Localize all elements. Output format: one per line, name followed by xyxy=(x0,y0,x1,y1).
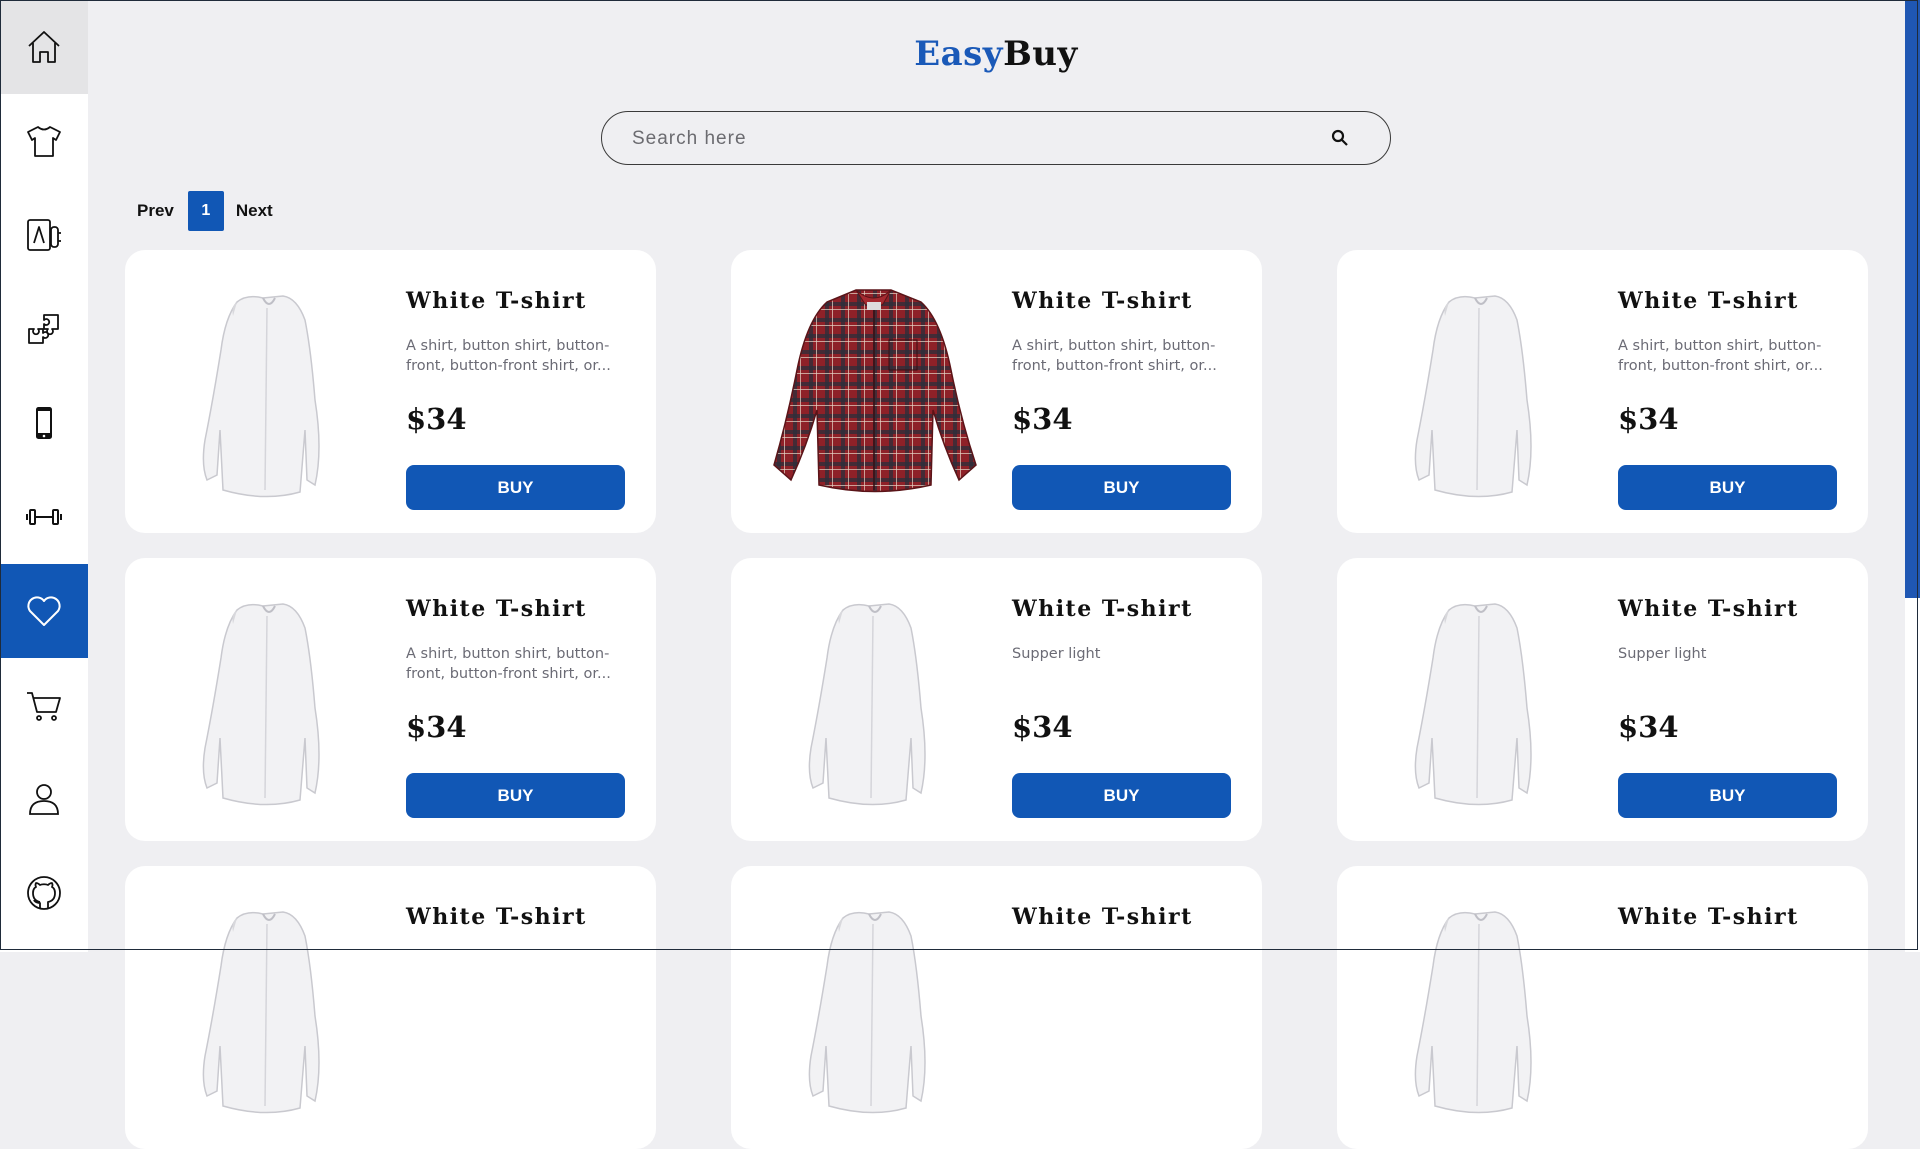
tshirt-icon xyxy=(27,126,61,157)
product-card[interactable]: White T-shirt xyxy=(731,866,1262,1149)
search-bar xyxy=(601,111,1391,165)
product-card[interactable]: White T-shirt xyxy=(1337,866,1868,1149)
prev-page-button[interactable]: Prev xyxy=(137,201,174,221)
heart-icon xyxy=(27,596,61,626)
product-title: White T-shirt xyxy=(406,596,587,622)
pagination: Prev 1 Next xyxy=(137,191,273,231)
appliances-icon xyxy=(27,219,61,251)
sidebar-item-appliances[interactable] xyxy=(0,188,88,282)
sidebar-item-clothing[interactable] xyxy=(0,94,88,188)
product-card[interactable]: White T-shirt Supper light $34 BUY xyxy=(731,558,1262,841)
white-shirt-image xyxy=(202,911,320,1114)
product-price: $34 xyxy=(1012,710,1073,744)
scrollbar-thumb[interactable] xyxy=(1905,0,1920,598)
product-title: White T-shirt xyxy=(1012,904,1193,930)
puzzle-icon xyxy=(28,314,59,344)
white-shirt-image xyxy=(1414,295,1532,498)
mobile-phone-icon xyxy=(36,407,52,439)
sidebar-item-electronics[interactable] xyxy=(0,376,88,470)
white-shirt-image xyxy=(808,603,926,806)
product-title: White T-shirt xyxy=(1618,288,1799,314)
page-number-button[interactable]: 1 xyxy=(187,191,224,231)
white-shirt-image xyxy=(202,295,320,498)
product-price: $34 xyxy=(406,710,467,744)
search-input[interactable] xyxy=(630,124,1314,154)
cart-icon xyxy=(27,692,61,721)
product-card[interactable]: White T-shirt Supper light $34 BUY xyxy=(1337,558,1868,841)
white-shirt-image xyxy=(1414,603,1532,806)
product-card[interactable]: White T-shirt A shirt, button shirt, but… xyxy=(125,250,656,533)
product-price: $34 xyxy=(1618,710,1679,744)
product-card[interactable]: White T-shirt A shirt, button shirt, but… xyxy=(1337,250,1868,533)
product-price: $34 xyxy=(1012,402,1073,436)
product-description: Supper light xyxy=(1012,646,1101,662)
product-description: Supper light xyxy=(1618,646,1707,662)
sidebar-item-github[interactable] xyxy=(0,846,88,940)
product-title: White T-shirt xyxy=(1012,288,1193,314)
sidebar-item-cart[interactable] xyxy=(0,658,88,752)
buy-button[interactable]: BUY xyxy=(406,465,625,510)
buy-button[interactable]: BUY xyxy=(1012,773,1231,818)
white-shirt-image xyxy=(808,911,926,1114)
sidebar-item-account[interactable] xyxy=(0,752,88,846)
sidebar-item-toys[interactable] xyxy=(0,282,88,376)
product-description: A shirt, button shirt, button-front, but… xyxy=(406,338,611,374)
sidebar-item-wishlist[interactable] xyxy=(0,564,88,658)
product-card[interactable]: White T-shirt A shirt, button shirt, but… xyxy=(125,558,656,841)
next-page-button[interactable]: Next xyxy=(236,201,273,221)
search-icon[interactable] xyxy=(1330,128,1350,148)
buy-button[interactable]: BUY xyxy=(1618,773,1837,818)
product-title: White T-shirt xyxy=(406,288,587,314)
buy-button[interactable]: BUY xyxy=(1012,465,1231,510)
product-title: White T-shirt xyxy=(1618,904,1799,930)
product-card[interactable]: White T-shirt xyxy=(125,866,656,1149)
product-description: A shirt, button shirt, button-front, but… xyxy=(1618,338,1823,374)
user-icon xyxy=(29,784,59,815)
brand-logo-buy: Buy xyxy=(1003,34,1078,74)
sidebar xyxy=(0,0,88,952)
sidebar-item-sports[interactable] xyxy=(0,470,88,564)
buy-button[interactable]: BUY xyxy=(1618,465,1837,510)
white-shirt-image xyxy=(202,603,320,806)
product-description: A shirt, button shirt, button-front, but… xyxy=(1012,338,1217,374)
dumbbell-icon xyxy=(26,509,62,525)
product-description: A shirt, button shirt, button-front, but… xyxy=(406,646,611,682)
product-card[interactable]: White T-shirt A shirt, button shirt, but… xyxy=(731,250,1262,533)
github-icon xyxy=(27,876,61,910)
buy-button[interactable]: BUY xyxy=(406,773,625,818)
brand-logo-easy: Easy xyxy=(914,34,1004,74)
plaid-shirt-image xyxy=(773,289,977,493)
product-price: $34 xyxy=(1618,402,1679,436)
product-price: $34 xyxy=(406,402,467,436)
product-title: White T-shirt xyxy=(406,904,587,930)
white-shirt-image xyxy=(1414,911,1532,1114)
brand-logo[interactable]: EasyBuy xyxy=(0,34,1920,74)
product-title: White T-shirt xyxy=(1618,596,1799,622)
product-title: White T-shirt xyxy=(1012,596,1193,622)
